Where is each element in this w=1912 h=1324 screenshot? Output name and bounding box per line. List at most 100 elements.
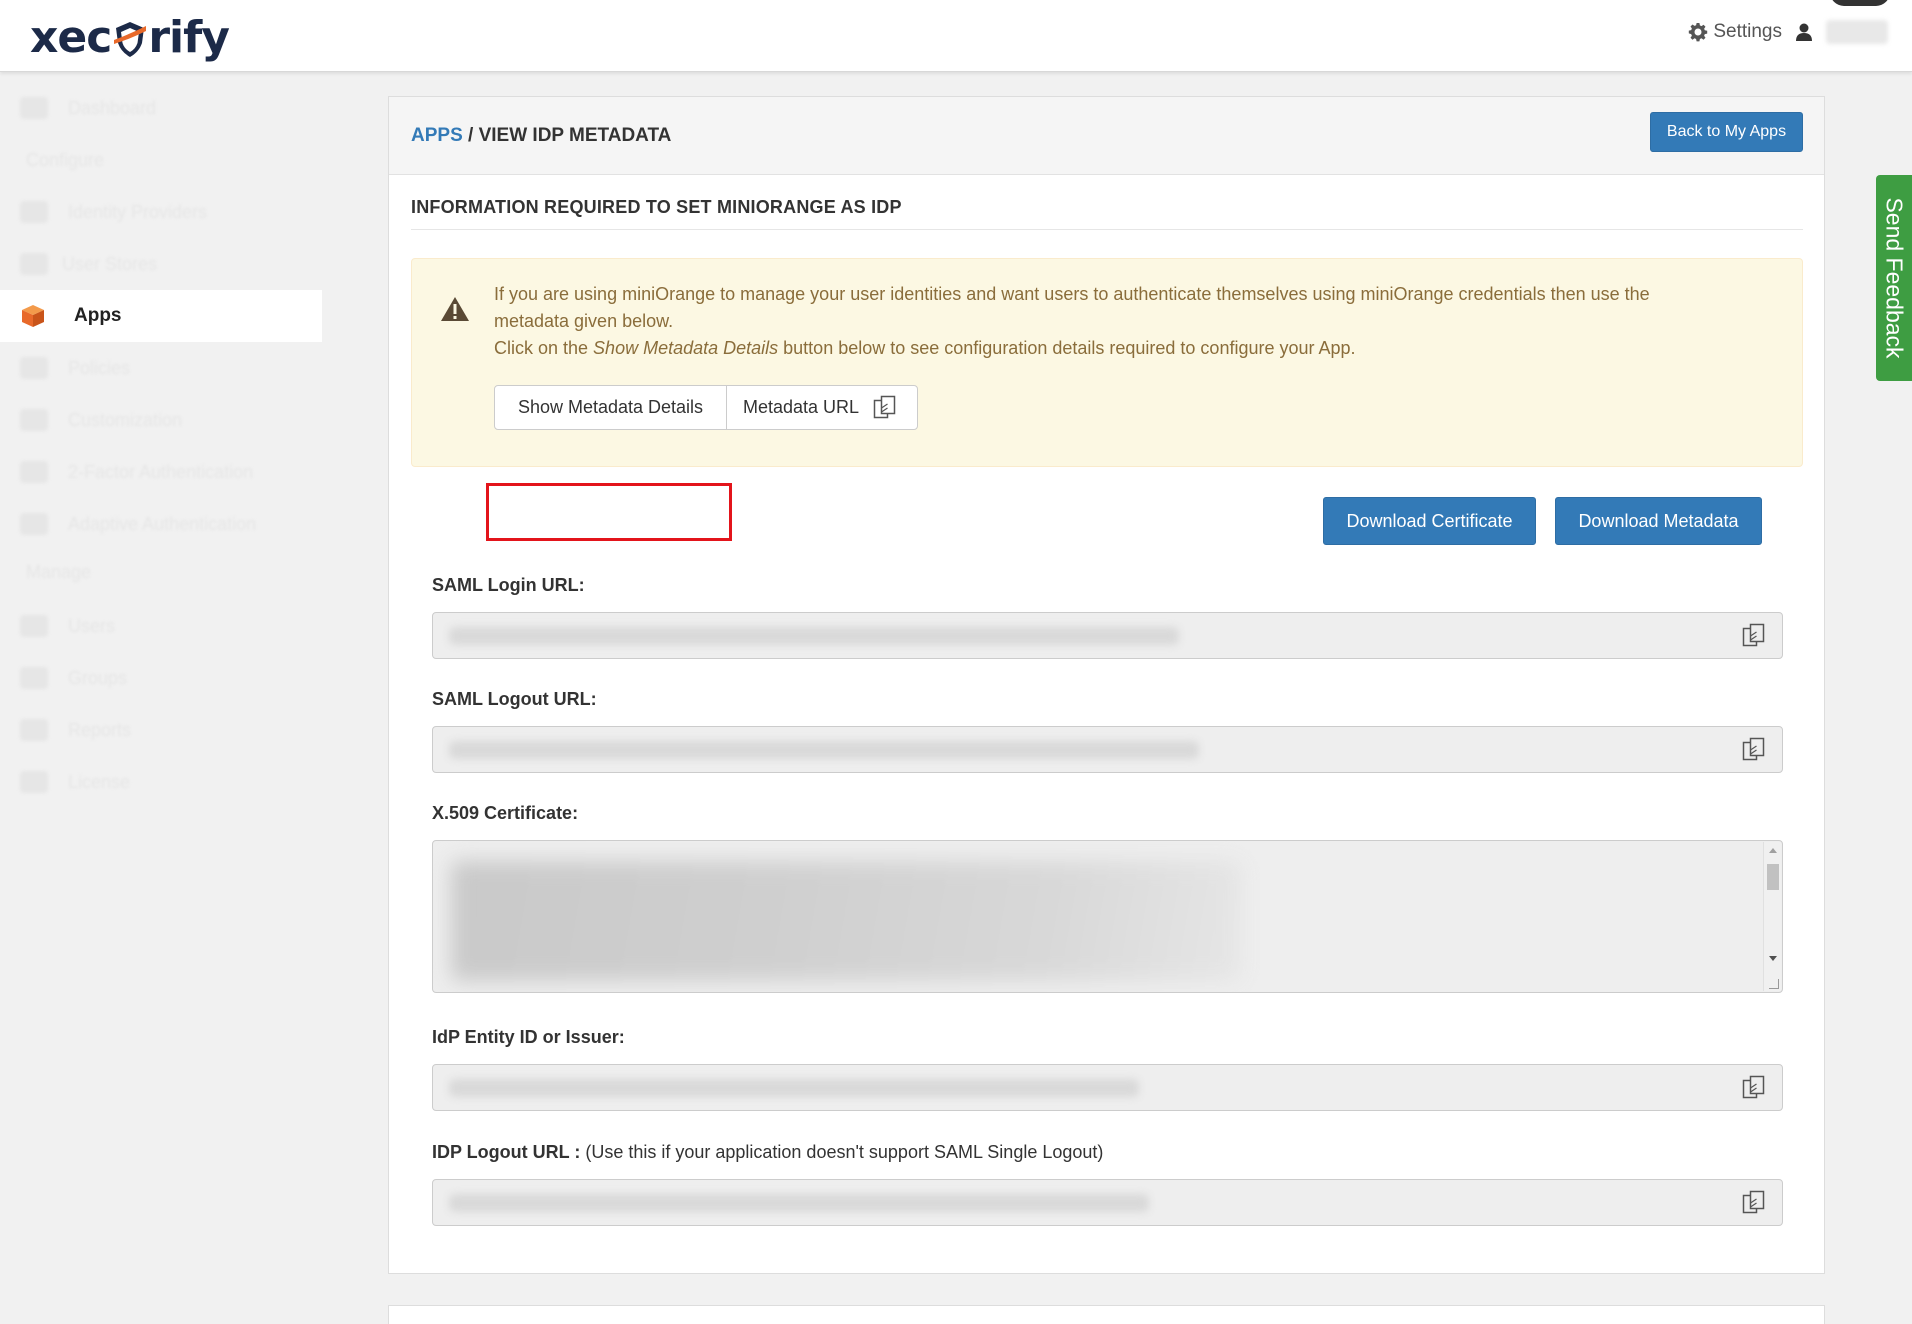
sidebar-item-2fa[interactable]: 2-Factor Authentication: [0, 446, 322, 498]
alert-line-2-prefix: Click on the: [494, 338, 594, 358]
user-icon: [20, 615, 48, 637]
scroll-down-icon: [1769, 956, 1777, 961]
exchange-icon: [20, 201, 48, 223]
chart-icon: [20, 771, 48, 793]
sidebar-item-license[interactable]: License: [0, 756, 322, 808]
sidebar-item-groups[interactable]: Groups: [0, 652, 322, 704]
sidebar-item-label: Users: [68, 615, 116, 636]
sidebar-item-user-stores[interactable]: User Stores: [0, 238, 322, 290]
alert-message: If you are using miniOrange to manage yo…: [494, 281, 1694, 362]
sidebar-item-customization[interactable]: Customization: [0, 394, 322, 446]
idp-logout-url-label: IDP Logout URL : (Use this if your appli…: [432, 1142, 1103, 1163]
top-navbar: xec rify Settings: [0, 0, 1912, 72]
logo-text-right: rify: [148, 11, 230, 63]
user-icon[interactable]: [1794, 22, 1814, 42]
resize-grip-icon[interactable]: [1769, 979, 1779, 989]
sidebar-item-label: Customization: [68, 409, 183, 430]
sidebar-item-adaptive-auth[interactable]: Adaptive Authentication: [0, 498, 322, 550]
sidebar-item-identity-providers[interactable]: Identity Providers: [0, 186, 322, 238]
redacted-value: [449, 627, 1179, 645]
sidebar-item-label: Groups: [68, 667, 128, 688]
sidebar-item-label: Identity Providers: [68, 201, 208, 222]
settings-link[interactable]: Settings: [1688, 21, 1782, 43]
metadata-url-button[interactable]: Metadata URL: [726, 385, 918, 430]
sidebar-item-label: User Stores: [62, 253, 158, 274]
idp-logout-url-label-text: IDP Logout URL :: [432, 1142, 581, 1162]
sidebar-item-label: Policies: [68, 357, 131, 378]
document-icon: [20, 357, 48, 379]
sidebar-item-reports[interactable]: Reports: [0, 704, 322, 756]
saml-login-url-field[interactable]: [432, 612, 1783, 659]
copy-icon[interactable]: [1742, 1075, 1766, 1101]
breadcrumb-separator: /: [462, 125, 479, 146]
chart-icon: [20, 719, 48, 741]
redacted-value: [449, 1079, 1139, 1097]
saml-logout-url-field[interactable]: [432, 726, 1783, 773]
send-feedback-label: Send Feedback: [1881, 197, 1908, 359]
breadcrumb-apps-link[interactable]: APPS: [411, 125, 463, 146]
idp-entity-id-label: IdP Entity ID or Issuer:: [432, 1027, 625, 1047]
sidebar-section-manage: Manage: [26, 562, 92, 582]
copy-icon[interactable]: [1742, 623, 1766, 649]
username[interactable]: [1826, 20, 1888, 44]
send-feedback-tab[interactable]: Send Feedback: [1876, 175, 1912, 381]
highlight-annotation: [486, 483, 732, 541]
cube-icon: [22, 305, 44, 327]
breadcrumb: APPS / VIEW IDP METADATA: [411, 125, 671, 147]
gear-icon: [1689, 23, 1708, 42]
wrench-icon: [20, 409, 48, 431]
idp-metadata-panel: APPS / VIEW IDP METADATA Back to My Apps…: [388, 96, 1825, 1274]
breadcrumb-current: VIEW IDP METADATA: [478, 125, 672, 146]
settings-label: Settings: [1713, 21, 1782, 42]
redacted-value: [449, 1194, 1149, 1212]
group-icon: [20, 667, 48, 689]
copy-icon[interactable]: [1742, 1190, 1766, 1216]
scroll-up-icon: [1769, 848, 1777, 853]
panel-header: APPS / VIEW IDP METADATA Back to My Apps: [389, 97, 1824, 175]
sidebar-item-label: License: [68, 771, 131, 792]
download-certificate-button[interactable]: Download Certificate: [1323, 497, 1536, 545]
sidebar-section-configure: Configure: [26, 150, 105, 170]
logo-shield-icon: [114, 22, 147, 57]
idp-logout-url-note: (Use this if your application doesn't su…: [580, 1142, 1104, 1162]
idp-logout-url-field[interactable]: [432, 1179, 1783, 1226]
copy-icon[interactable]: [1742, 737, 1766, 763]
saml-logout-url-label: SAML Logout URL:: [432, 689, 597, 709]
alert-line-2-suffix: button below to see configuration detail…: [778, 338, 1356, 358]
saml-login-url-label: SAML Login URL:: [432, 575, 585, 595]
metadata-button-group: Show Metadata Details Metadata URL: [494, 385, 918, 430]
idp-entity-id-field[interactable]: [432, 1064, 1783, 1111]
sidebar-item-policies[interactable]: Policies: [0, 342, 322, 394]
alert-line-2-emphasis: Show Metadata Details: [593, 338, 779, 358]
sidebar-item-label: Dashboard: [68, 97, 157, 118]
redacted-value: [449, 741, 1199, 759]
shield-icon: [20, 513, 48, 535]
metadata-url-label: Metadata URL: [743, 397, 860, 417]
x509-certificate-label: X.509 Certificate:: [432, 803, 579, 823]
sidebar-item-label: Adaptive Authentication: [68, 513, 257, 534]
download-metadata-button[interactable]: Download Metadata: [1555, 497, 1762, 545]
redacted-certificate: [451, 861, 1241, 981]
warning-icon: [441, 297, 469, 321]
sidebar: Dashboard Configure Identity Providers U…: [0, 72, 322, 1324]
back-to-my-apps-button[interactable]: Back to My Apps: [1650, 112, 1803, 152]
alert-line-1: If you are using miniOrange to manage yo…: [494, 284, 1650, 331]
section-divider: [411, 229, 1803, 230]
sidebar-item-users[interactable]: Users: [0, 600, 322, 652]
show-metadata-details-button[interactable]: Show Metadata Details: [494, 385, 727, 430]
info-alert: If you are using miniOrange to manage yo…: [411, 258, 1803, 467]
sidebar-item-dashboard[interactable]: Dashboard: [0, 82, 322, 134]
x509-certificate-textarea[interactable]: [432, 840, 1783, 993]
sidebar-item-label: Apps: [74, 305, 122, 326]
sidebar-item-label: 2-Factor Authentication: [68, 461, 254, 482]
logo-text-left: xec: [30, 11, 112, 63]
textarea-scrollbar[interactable]: [1763, 842, 1781, 991]
section-title: INFORMATION REQUIRED TO SET MINIORANGE A…: [411, 197, 902, 217]
sidebar-item-apps[interactable]: Apps: [0, 290, 322, 342]
scroll-thumb[interactable]: [1767, 864, 1779, 890]
brand-logo[interactable]: xec rify: [30, 6, 230, 68]
copy-icon: [873, 395, 896, 418]
database-icon: [20, 253, 48, 275]
next-panel: [388, 1305, 1825, 1324]
lock-icon: [20, 461, 48, 483]
